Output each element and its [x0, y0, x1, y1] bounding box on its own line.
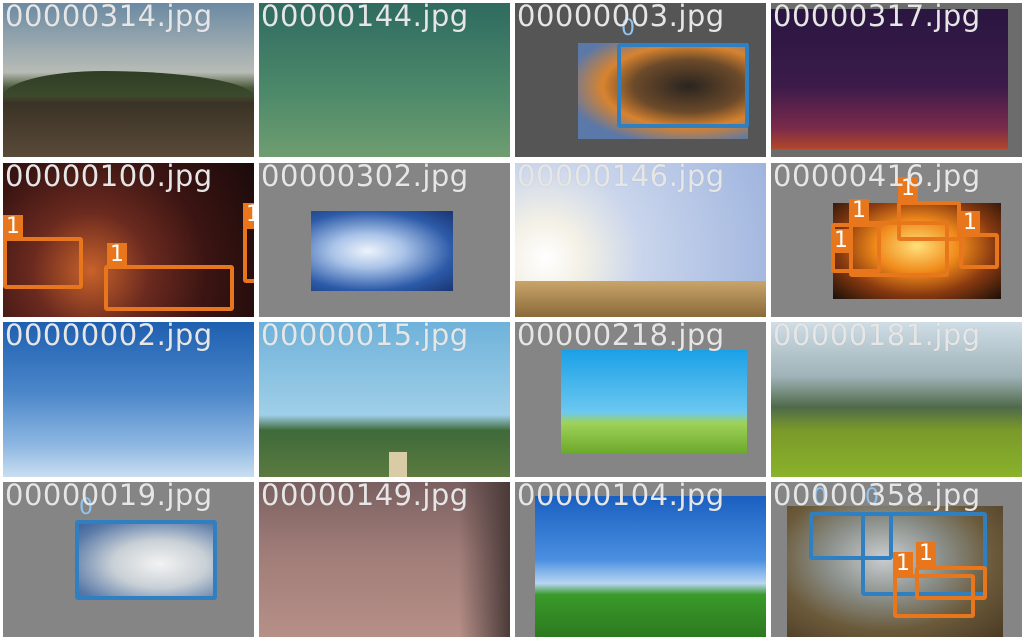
image-tile[interactable]: 0 00000003.jpg [515, 3, 766, 157]
dirt-road [389, 452, 407, 477]
image-tile[interactable]: 0 0 1 1 00000358.jpg [771, 482, 1022, 637]
bbox-class-1 [104, 265, 234, 311]
filename-label: 00000416.jpg [773, 163, 981, 193]
filename-label: 00000149.jpg [261, 482, 469, 512]
image-tile[interactable]: 0 00000019.jpg [3, 482, 254, 637]
bbox-label: 1 [831, 229, 851, 253]
image-tile[interactable]: 1 1 1 00000100.jpg [3, 163, 254, 317]
bbox-label: 1 [849, 199, 869, 223]
filename-label: 00000003.jpg [517, 3, 725, 33]
bbox-label: 1 [243, 203, 254, 227]
filename-label: 00000302.jpg [261, 163, 469, 193]
filename-label: 00000015.jpg [261, 322, 469, 352]
bbox-label: 1 [916, 542, 936, 566]
tile-image [561, 350, 747, 454]
filename-label: 00000358.jpg [773, 482, 981, 512]
bbox-class-1 [915, 566, 987, 600]
image-tile[interactable]: 00000302.jpg [259, 163, 510, 317]
bbox-label: 1 [893, 552, 913, 576]
filename-label: 00000218.jpg [517, 322, 725, 352]
filename-label: 00000181.jpg [773, 322, 981, 352]
image-tile[interactable]: 00000104.jpg [515, 482, 766, 637]
image-tile[interactable]: 1 1 1 1 00000416.jpg [771, 163, 1022, 317]
bbox-class-0 [617, 43, 749, 128]
wheat-field [515, 281, 766, 317]
image-tile[interactable]: 00000002.jpg [3, 322, 254, 477]
image-tile[interactable]: 00000218.jpg [515, 322, 766, 477]
bbox-label: 1 [3, 215, 23, 239]
image-tile[interactable]: 00000149.jpg [259, 482, 510, 637]
bbox-class-1 [3, 237, 83, 289]
filename-label: 00000002.jpg [5, 322, 213, 352]
bbox-class-0 [75, 520, 217, 600]
filename-label: 00000019.jpg [5, 482, 213, 512]
image-tile[interactable]: 00000317.jpg [771, 3, 1022, 157]
filename-label: 00000100.jpg [5, 163, 213, 193]
image-tile[interactable]: 00000144.jpg [259, 3, 510, 157]
bbox-label: 1 [107, 243, 127, 267]
bbox-class-1 [897, 201, 961, 241]
filename-label: 00000317.jpg [773, 3, 981, 33]
image-tile[interactable]: 00000015.jpg [259, 322, 510, 477]
filename-label: 00000144.jpg [261, 3, 469, 33]
image-tile[interactable]: 00000314.jpg [3, 3, 254, 157]
bbox-label: 1 [960, 211, 980, 235]
filename-label: 00000104.jpg [517, 482, 725, 512]
tile-image [535, 496, 766, 637]
filename-label: 00000146.jpg [517, 163, 725, 193]
bbox-class-1 [243, 225, 254, 283]
image-tile[interactable]: 00000181.jpg [771, 322, 1022, 477]
image-tile[interactable]: 00000146.jpg [515, 163, 766, 317]
image-grid: 00000314.jpg 00000144.jpg 0 00000003.jpg… [0, 0, 1024, 640]
tile-image [311, 211, 453, 291]
filename-label: 00000314.jpg [5, 3, 213, 33]
bbox-class-1 [959, 233, 999, 269]
